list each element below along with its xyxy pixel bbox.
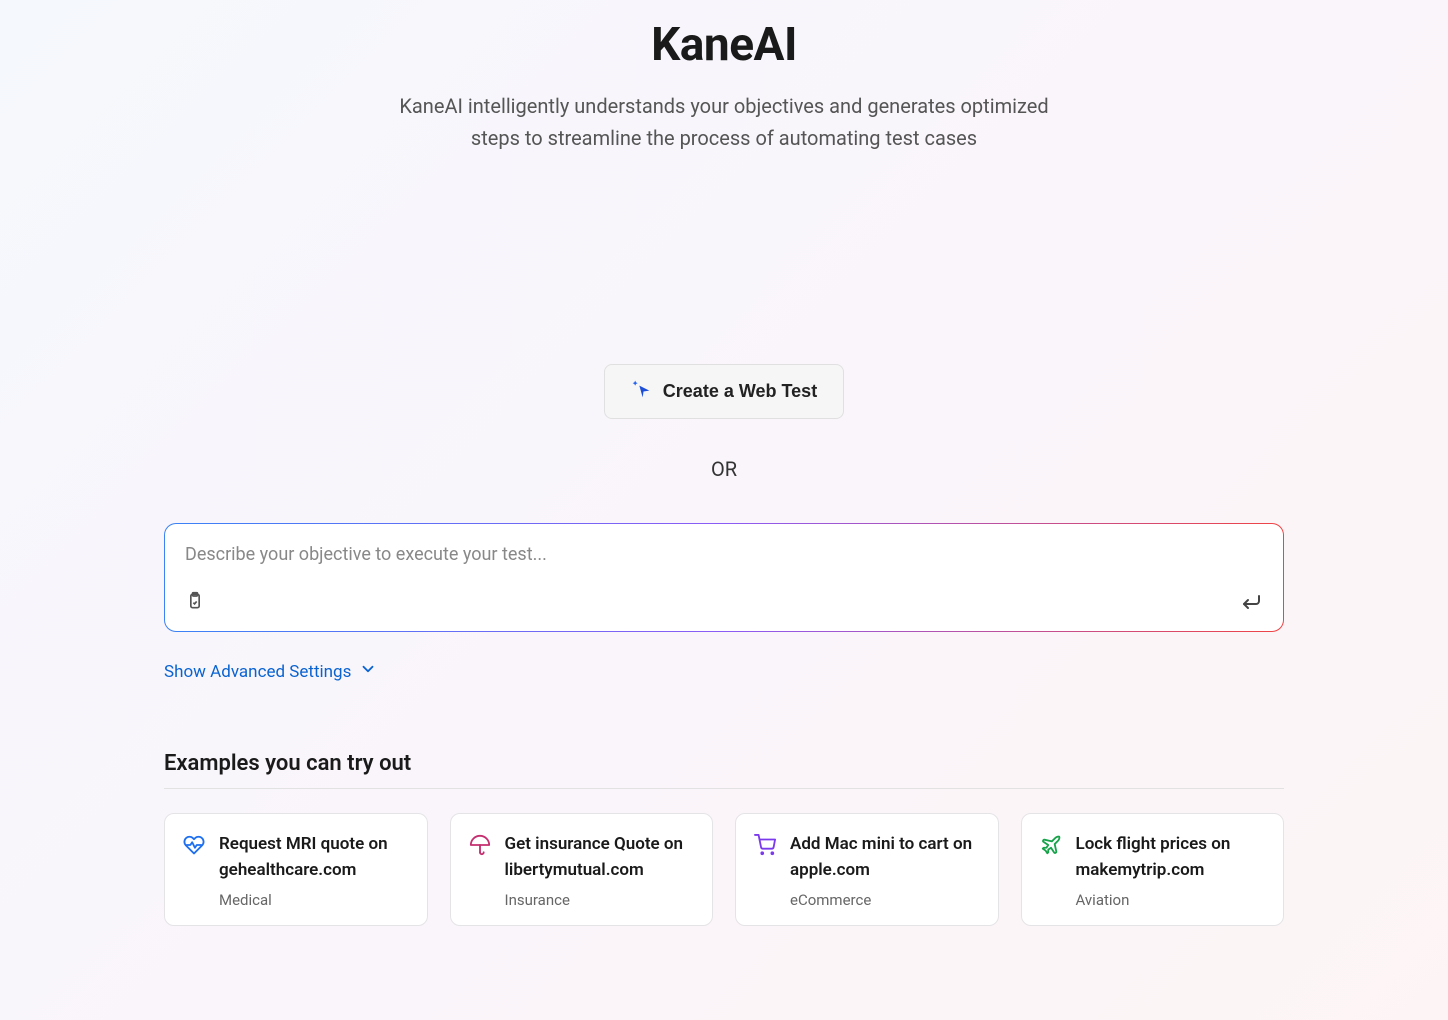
objective-input-container xyxy=(164,523,1284,632)
example-card-title: Add Mac mini to cart on apple.com xyxy=(790,832,980,883)
example-cards-row: Request MRI quote on gehealthcare.com Me… xyxy=(164,813,1284,926)
page-title: KaneAI xyxy=(651,18,797,72)
example-card-ecommerce[interactable]: Add Mac mini to cart on apple.com eComme… xyxy=(735,813,999,926)
chevron-down-icon xyxy=(359,660,377,683)
advanced-settings-label: Show Advanced Settings xyxy=(164,662,351,682)
plane-icon xyxy=(1040,834,1062,856)
example-card-aviation[interactable]: Lock flight prices on makemytrip.com Avi… xyxy=(1021,813,1285,926)
umbrella-icon xyxy=(469,834,491,856)
submit-icon[interactable] xyxy=(1239,589,1263,617)
page-subtitle: KaneAI intelligently understands your ob… xyxy=(374,90,1074,154)
create-web-test-button[interactable]: Create a Web Test xyxy=(604,364,844,419)
example-card-medical[interactable]: Request MRI quote on gehealthcare.com Me… xyxy=(164,813,428,926)
example-card-insurance[interactable]: Get insurance Quote on libertymutual.com… xyxy=(450,813,714,926)
example-card-category: eCommerce xyxy=(790,891,980,909)
cart-icon xyxy=(754,834,776,856)
example-card-title: Request MRI quote on gehealthcare.com xyxy=(219,832,409,883)
clipboard-icon[interactable] xyxy=(185,591,205,615)
example-card-title: Lock flight prices on makemytrip.com xyxy=(1076,832,1266,883)
example-card-category: Medical xyxy=(219,891,409,909)
or-divider: OR xyxy=(711,457,737,481)
example-card-title: Get insurance Quote on libertymutual.com xyxy=(505,832,695,883)
create-web-test-label: Create a Web Test xyxy=(663,381,817,402)
cursor-sparkle-icon xyxy=(631,379,651,404)
example-card-category: Insurance xyxy=(505,891,695,909)
heart-icon xyxy=(183,834,205,856)
examples-heading: Examples you can try out xyxy=(164,751,1284,789)
show-advanced-settings-link[interactable]: Show Advanced Settings xyxy=(164,660,1284,683)
objective-input[interactable] xyxy=(185,544,1263,565)
example-card-category: Aviation xyxy=(1076,891,1266,909)
